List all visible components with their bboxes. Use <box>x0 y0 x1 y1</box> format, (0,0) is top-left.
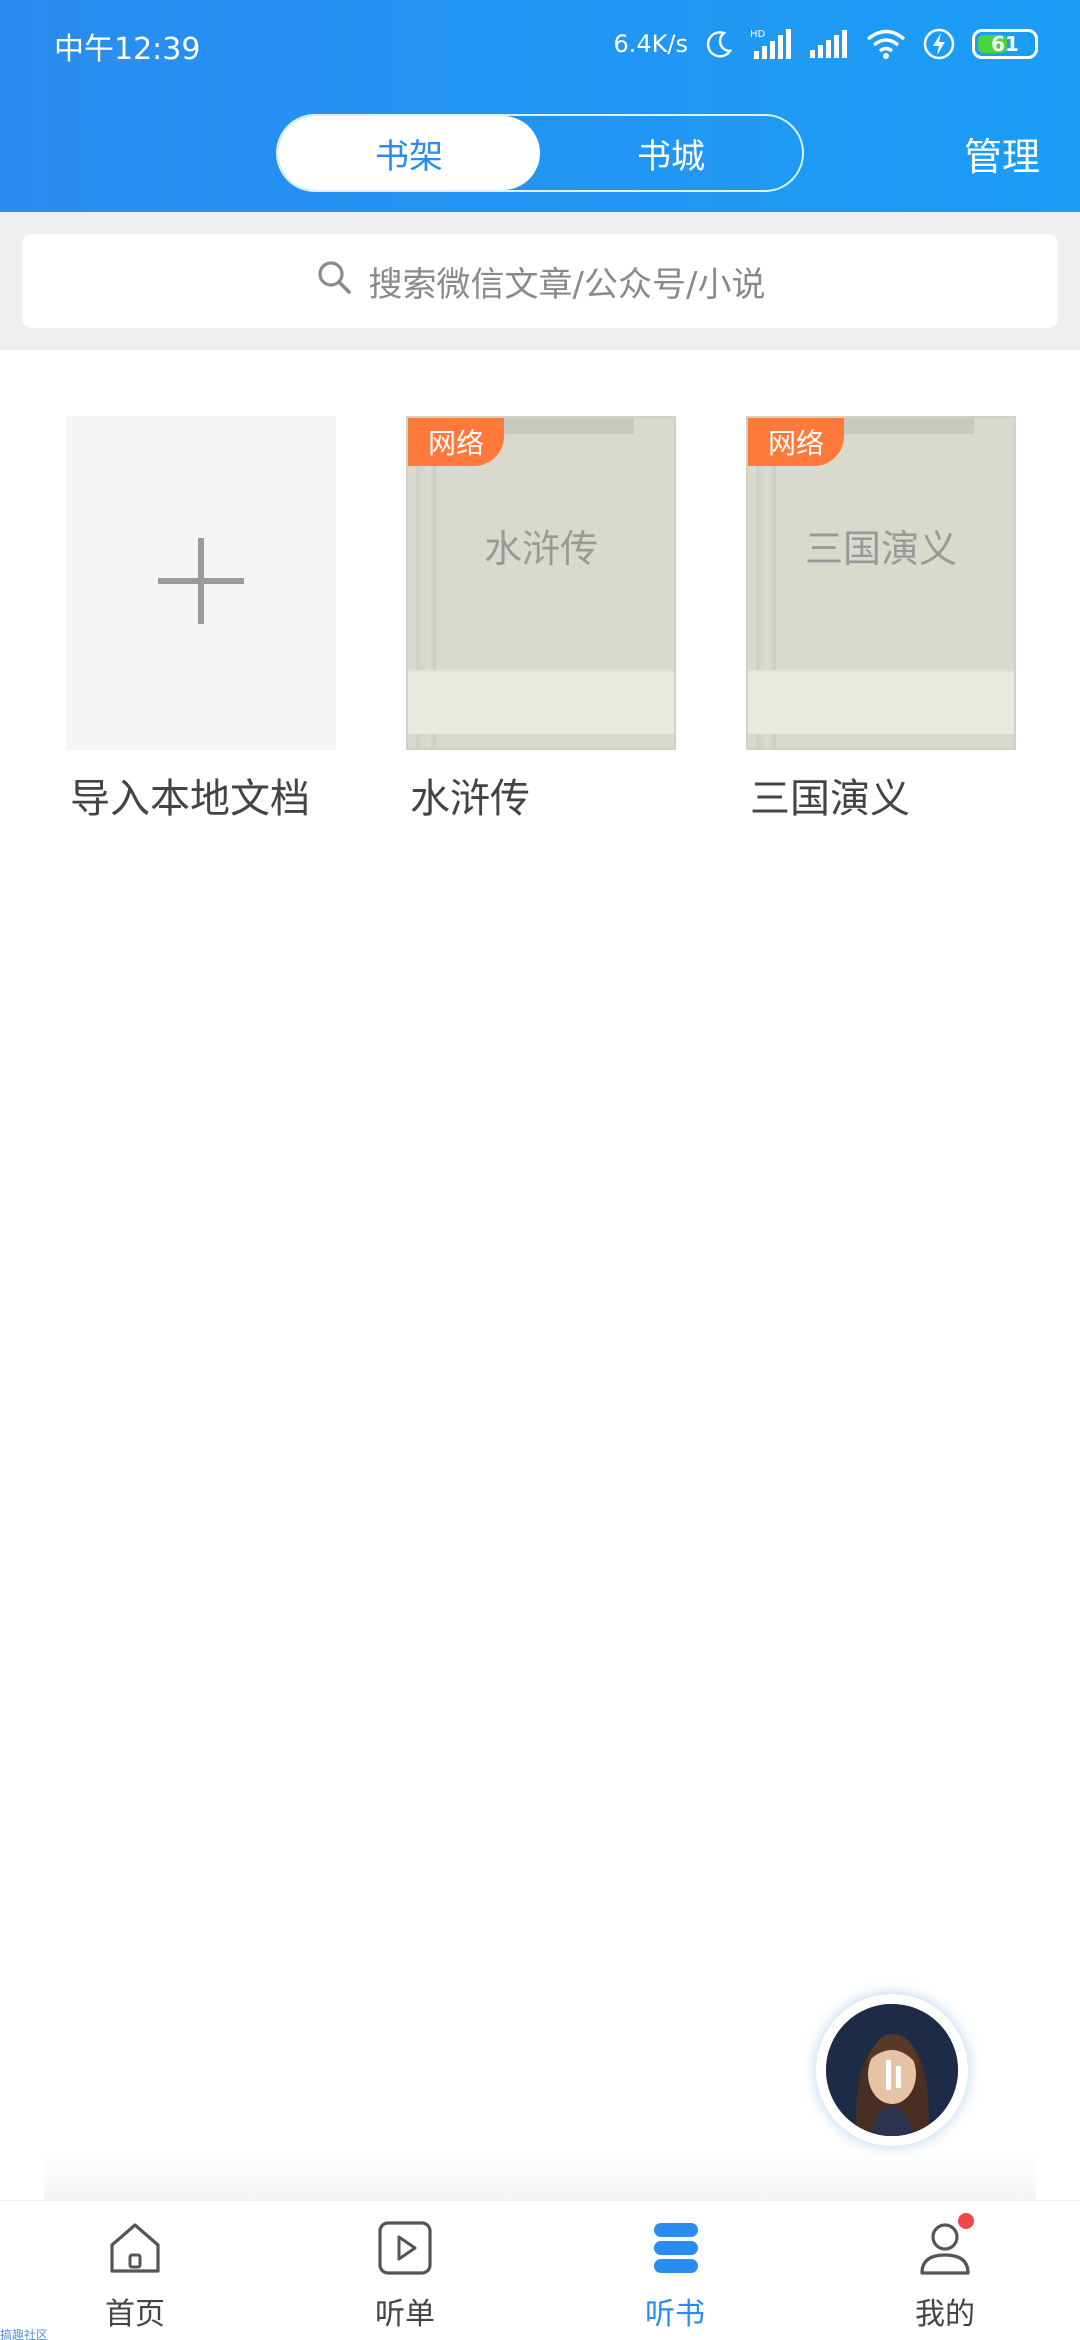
moon-icon <box>704 29 734 59</box>
book-title: 三国演义 <box>750 776 910 822</box>
app-header: 中午12:39 6.4K/s HD 61 书架 书城 管理 <box>0 0 1080 212</box>
status-bar: 中午12:39 6.4K/s HD 61 <box>0 0 1080 90</box>
bottom-navigation: 首页 听单 听书 我的 <box>0 2200 1080 2340</box>
import-label: 导入本地文档 <box>70 776 310 822</box>
search-icon <box>315 258 353 305</box>
play-list-icon <box>376 2219 434 2281</box>
hd-signal-icon: HD <box>750 27 792 61</box>
tab-bookshelf[interactable]: 书架 <box>278 116 540 190</box>
home-icon <box>106 2219 164 2281</box>
nav-listen-book[interactable]: 听书 <box>540 2201 810 2340</box>
book-item[interactable]: 水浒传 网络 水浒传 <box>406 416 676 830</box>
book-item[interactable]: 三国演义 网络 三国演义 <box>746 416 1016 830</box>
tab-bookstore[interactable]: 书城 <box>540 116 802 190</box>
status-icons: 6.4K/s HD 61 <box>613 22 1038 66</box>
nav-shadow <box>44 2150 1036 2202</box>
search-input[interactable]: 搜索微信文章/公众号/小说 <box>22 234 1058 328</box>
nav-playlist-label: 听单 <box>375 2297 435 2332</box>
svg-text:HD: HD <box>750 29 766 40</box>
wifi-icon <box>866 28 906 60</box>
cover-title: 三国演义 <box>804 527 957 571</box>
nav-mine[interactable]: 我的 <box>810 2201 1080 2340</box>
manage-button[interactable]: 管理 <box>964 126 1040 181</box>
book-cover[interactable]: 水浒传 网络 <box>406 416 676 750</box>
book-title: 水浒传 <box>410 776 530 822</box>
plus-icon <box>156 536 246 630</box>
watermark: 搞趣社区 <box>0 2328 49 2340</box>
shelf-store-switch: 书架 书城 <box>276 114 804 192</box>
notification-badge <box>958 2213 974 2229</box>
status-time: 中午12:39 <box>54 32 201 67</box>
battery-icon: 61 <box>972 29 1038 59</box>
nav-home-label: 首页 <box>105 2297 165 2332</box>
battery-level: 61 <box>991 32 1019 56</box>
book-cover[interactable]: 三国演义 网络 <box>746 416 1016 750</box>
import-cover[interactable] <box>66 416 336 750</box>
search-placeholder: 搜索微信文章/公众号/小说 <box>368 264 766 305</box>
nav-mine-label: 我的 <box>915 2297 975 2332</box>
assistant-avatar <box>826 2004 958 2136</box>
charging-icon <box>922 27 956 61</box>
nav-home[interactable]: 首页 <box>0 2201 270 2340</box>
nav-listen-book-label: 听书 <box>645 2297 705 2332</box>
cover-title: 水浒传 <box>483 527 598 571</box>
nav-playlist[interactable]: 听单 <box>270 2201 540 2340</box>
import-local-document[interactable]: 导入本地文档 <box>66 416 336 830</box>
search-area: 搜索微信文章/公众号/小说 <box>0 212 1080 350</box>
listen-book-icon <box>646 2219 704 2281</box>
network-tag: 网络 <box>748 418 844 466</box>
signal-icon <box>808 28 850 60</box>
net-speed: 6.4K/s <box>613 30 689 58</box>
network-tag: 网络 <box>408 418 504 466</box>
floating-assistant-button[interactable] <box>816 1994 968 2146</box>
